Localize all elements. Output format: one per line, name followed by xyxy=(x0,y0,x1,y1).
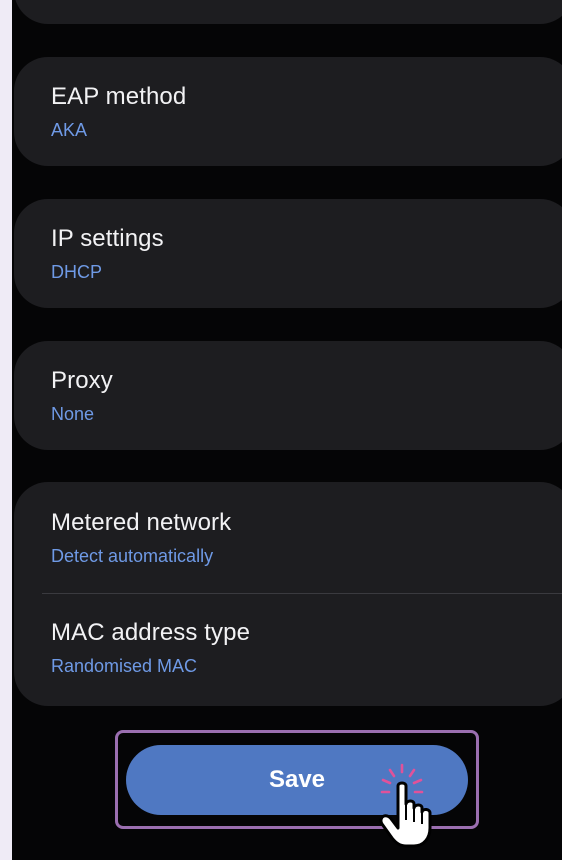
proxy-setting[interactable]: Proxy None xyxy=(14,341,562,450)
mac-address-type-title: MAC address type xyxy=(51,619,251,646)
proxy-row: Proxy None xyxy=(51,367,562,425)
hand-pointer-icon xyxy=(379,763,432,848)
divider xyxy=(42,593,562,594)
previous-settings-card xyxy=(14,0,562,24)
eap-method-row: EAP method AKA xyxy=(51,83,562,141)
ip-settings-setting[interactable]: IP settings DHCP xyxy=(14,199,562,308)
ip-settings-value: DHCP xyxy=(51,262,103,282)
mac-address-type-setting[interactable]: MAC address type Randomised MAC xyxy=(51,619,562,677)
ip-settings-row: IP settings DHCP xyxy=(51,225,562,283)
mac-address-type-value: Randomised MAC xyxy=(51,656,198,676)
metered-network-setting[interactable]: Metered network Detect automatically xyxy=(51,509,562,567)
network-options-group: Metered network Detect automatically MAC… xyxy=(14,482,562,706)
metered-network-value: Detect automatically xyxy=(51,546,214,566)
proxy-title: Proxy xyxy=(51,367,113,394)
metered-network-title: Metered network xyxy=(51,509,232,536)
proxy-value: None xyxy=(51,404,95,424)
eap-method-title: EAP method xyxy=(51,83,187,110)
eap-method-setting[interactable]: EAP method AKA xyxy=(14,57,562,166)
ip-settings-title: IP settings xyxy=(51,225,164,252)
eap-method-value: AKA xyxy=(51,120,88,140)
wifi-network-settings-screen: EAP method AKA IP settings DHCP Proxy No… xyxy=(12,0,562,860)
